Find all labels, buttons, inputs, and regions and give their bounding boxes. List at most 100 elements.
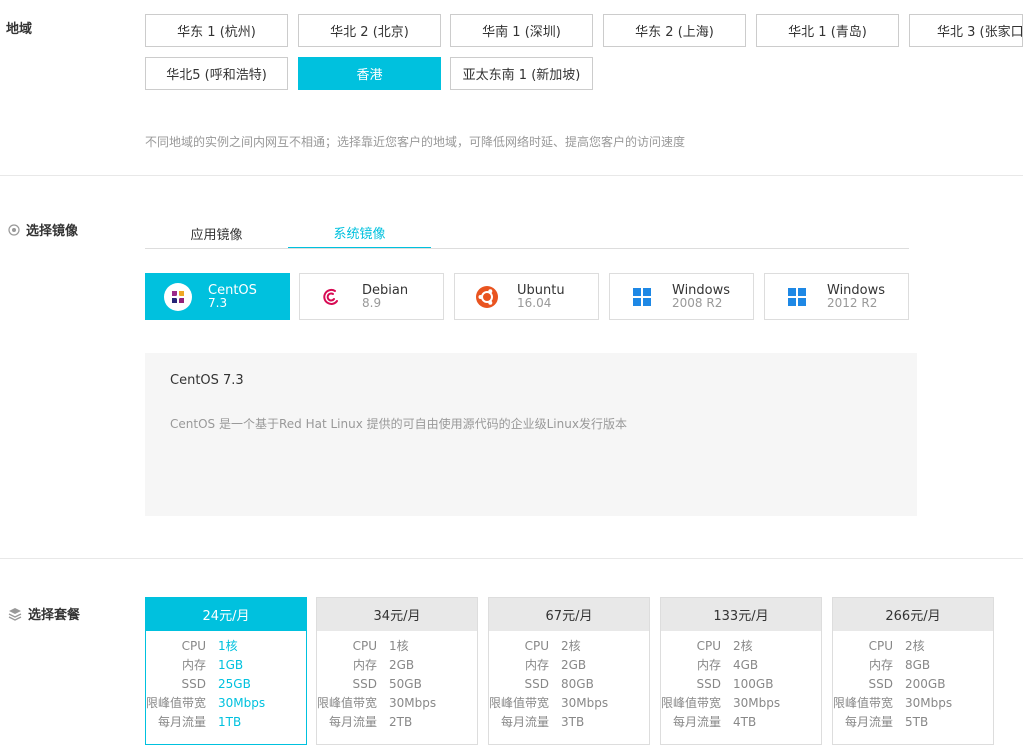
os-description-panel: CentOS 7.3 CentOS 是一个基于Red Hat Linux 提供的… [145,353,917,516]
os-name: CentOS [208,282,257,298]
plan-spec-label: CPU [352,638,377,653]
plan-price: 133元/月 [661,598,821,631]
plan-spec-value: 80GB [561,676,594,691]
region-option-singapore[interactable]: 亚太东南 1 (新加坡) [450,57,593,90]
plan-spec-value: 2核 [561,639,581,653]
plan-card[interactable]: 67元/月 CPU 2核 内存 2GB SSD 80GB 限峰值带宽 30Mbps 每月… [488,597,650,745]
region-option-hongkong[interactable]: 香港 [298,57,441,90]
section-divider [0,175,1023,176]
centos-icon [164,282,192,311]
os-description-title: CentOS 7.3 [170,373,244,388]
debian-icon [318,283,346,311]
region-option-hangzhou[interactable]: 华东 1 (杭州) [145,14,288,47]
plan-spec-value: 2TB [389,714,413,729]
plan-spec-value: 200GB [905,676,946,691]
plan-price: 67元/月 [489,598,649,631]
windows-icon [783,283,811,311]
target-icon [8,223,20,236]
plan-section-label: 选择套餐 [8,604,80,623]
os-card-ubuntu[interactable]: Ubuntu 16.04 [454,273,599,320]
plan-spec-label: SSD [868,676,893,691]
plan-spec-label: CPU [868,638,893,653]
plan-spec-label: SSD [696,676,721,691]
region-section-label: 地域 [6,22,33,37]
plan-spec-label: SSD [181,676,206,691]
plan-spec-value: 4GB [733,657,759,672]
ubuntu-icon [473,283,501,311]
os-card-windows-2012[interactable]: Windows 2012 R2 [764,273,909,320]
plan-spec-label: 限峰值带宽 [146,696,207,710]
os-version: 7.3 [208,295,228,310]
plan-spec-value: 3TB [561,714,585,729]
plan-spec-label: 每月流量 [500,715,549,729]
layers-icon [8,607,22,621]
image-section-label: 选择镜像 [8,220,78,239]
plan-card[interactable]: 24元/月 CPU 1核 内存 1GB SSD 25GB 限峰值带宽 30Mbps 每月… [145,597,307,745]
region-option-shanghai[interactable]: 华东 2 (上海) [603,14,746,47]
plan-spec-value: 30Mbps [905,695,953,710]
plan-spec-value: 30Mbps [389,695,437,710]
region-option-qingdao[interactable]: 华北 1 (青岛) [756,14,899,47]
plan-spec-label: 每月流量 [157,715,206,729]
plan-spec-value: 30Mbps [561,695,609,710]
plan-card[interactable]: 266元/月 CPU 2核 内存 8GB SSD 200GB 限峰值带宽 30Mbps … [832,597,994,745]
tab-underline [145,248,909,249]
plan-spec-value: 1核 [218,639,238,653]
os-version: 8.9 [362,295,382,310]
plan-spec-label: 内存 [524,658,549,672]
os-version: 2012 R2 [827,295,878,310]
plan-spec-value: 1核 [389,639,409,653]
plan-spec-label: 每月流量 [328,715,377,729]
os-version: 2008 R2 [672,295,723,310]
plan-spec-value: 8GB [905,657,931,672]
plan-spec-value: 30Mbps [218,695,266,710]
region-option-zhangjiakou[interactable]: 华北 3 (张家口) [909,14,1023,47]
plan-spec-label: SSD [524,676,549,691]
plan-spec-label: 每月流量 [844,715,893,729]
plan-spec-label: 内存 [352,658,377,672]
region-option-huhehaote[interactable]: 华北5 (呼和浩特) [145,57,288,90]
plan-spec-label: 内存 [868,658,893,672]
plan-spec-value: 1GB [218,657,244,672]
plan-spec-label: 内存 [696,658,721,672]
plan-price: 24元/月 [146,598,306,631]
plan-spec-label: SSD [352,676,377,691]
os-name: Windows [672,282,731,298]
os-name: Windows [827,282,886,298]
os-name: Debian [362,282,409,298]
plan-spec-label: 内存 [181,658,206,672]
plan-spec-value: 4TB [733,714,757,729]
plan-spec-value: 2GB [561,657,587,672]
region-hint: 不同地域的实例之间内网互不相通；选择靠近您客户的地域，可降低网络时延、提高您客户… [145,135,686,149]
plan-spec-label: 限峰值带宽 [489,696,550,710]
plan-spec-value: 2核 [733,639,753,653]
plan-spec-label: CPU [181,638,206,653]
plan-spec-value: 50GB [389,676,422,691]
plan-spec-label: 限峰值带宽 [661,696,722,710]
windows-icon [628,283,656,311]
plan-card[interactable]: 133元/月 CPU 2核 内存 4GB SSD 100GB 限峰值带宽 30Mbps … [660,597,822,745]
plan-spec-value: 1TB [218,714,242,729]
os-card-debian[interactable]: Debian 8.9 [299,273,444,320]
plan-spec-label: 限峰值带宽 [317,696,378,710]
os-card-centos[interactable]: CentOS 7.3 [145,273,290,320]
plan-spec-value: 25GB [218,676,251,691]
plan-spec-value: 5TB [905,714,929,729]
plan-spec-value: 100GB [733,676,774,691]
tab-app-image[interactable]: 应用镜像 [145,217,288,249]
plan-price: 34元/月 [317,598,477,631]
plan-spec-value: 2GB [389,657,415,672]
os-version: 16.04 [517,295,552,310]
plan-price: 266元/月 [833,598,993,631]
plan-spec-label: 限峰值带宽 [833,696,894,710]
section-divider [0,558,1023,559]
os-name: Ubuntu [517,282,565,298]
region-option-beijing[interactable]: 华北 2 (北京) [298,14,441,47]
os-card-windows-2008[interactable]: Windows 2008 R2 [609,273,754,320]
plan-spec-label: CPU [524,638,549,653]
region-option-shenzhen[interactable]: 华南 1 (深圳) [450,14,593,47]
plan-card[interactable]: 34元/月 CPU 1核 内存 2GB SSD 50GB 限峰值带宽 30Mbps 每月… [316,597,478,745]
plan-spec-value: 30Mbps [733,695,781,710]
os-description-text: CentOS 是一个基于Red Hat Linux 提供的可自由使用源代码的企业… [170,417,627,431]
tab-system-image[interactable]: 系统镜像 [288,217,431,249]
